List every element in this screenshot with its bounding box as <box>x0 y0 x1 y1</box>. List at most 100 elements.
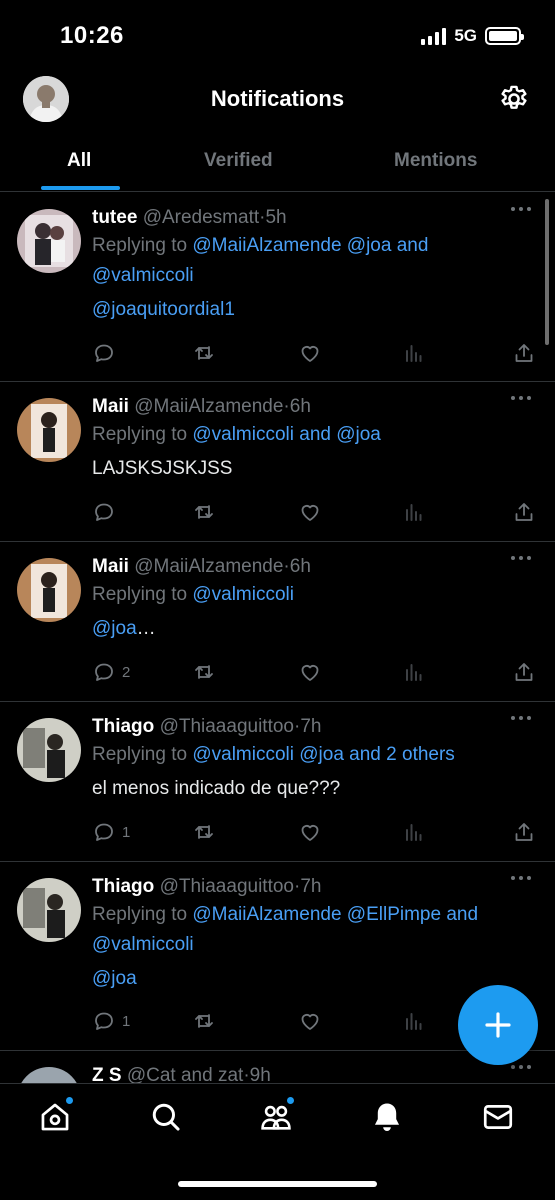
tweet-text[interactable]: @joaquitoordial1 <box>92 299 235 320</box>
reply-mentions[interactable]: @valmiccoli <box>192 584 294 605</box>
tab-mentions[interactable]: Mentions <box>394 150 477 172</box>
reply-mention[interactable]: @valmiccoli <box>92 265 194 286</box>
communities-icon[interactable] <box>259 1096 295 1134</box>
home-icon[interactable] <box>38 1096 74 1134</box>
retweet-button[interactable] <box>192 340 216 366</box>
notification-tabs: All Verified Mentions <box>0 134 555 192</box>
author-name[interactable]: Z S <box>92 1065 122 1083</box>
views-icon <box>402 341 426 365</box>
avatar[interactable] <box>17 718 81 782</box>
avatar[interactable] <box>17 1067 81 1083</box>
reply-button[interactable] <box>92 499 122 525</box>
tweet[interactable]: Thiago @Thiaaaguittoo·7h Replying to @va… <box>0 702 555 862</box>
like-button[interactable] <box>298 659 322 685</box>
tweet-text-mention[interactable]: @joa <box>92 618 137 639</box>
notifications-feed: tutee @Aredesmatt·5h Replying to @MaiiAl… <box>0 193 555 1083</box>
tweet-time: 7h <box>300 876 322 897</box>
reply-count: 1 <box>122 1012 131 1030</box>
tweet-time: 6h <box>289 556 311 577</box>
share-icon <box>512 660 536 684</box>
share-button[interactable] <box>512 340 536 366</box>
reply-count: 2 <box>122 663 131 681</box>
home-indicator <box>178 1181 377 1187</box>
tweet[interactable]: Maii @MaiiAlzamende·6h Replying to @valm… <box>0 382 555 542</box>
battery-icon <box>485 27 524 45</box>
more-options-icon[interactable] <box>511 876 533 886</box>
retweet-button[interactable] <box>192 499 216 525</box>
views-button[interactable] <box>402 819 426 845</box>
author-name[interactable]: Thiago <box>92 876 154 897</box>
search-icon[interactable] <box>149 1100 183 1134</box>
reply-icon <box>92 500 116 524</box>
author-name[interactable]: Maii <box>92 556 129 577</box>
reply-count: 1 <box>122 823 131 841</box>
views-icon <box>402 500 426 524</box>
author-name[interactable]: tutee <box>92 207 137 228</box>
like-button[interactable] <box>298 819 322 845</box>
views-icon <box>402 660 426 684</box>
scrollbar[interactable] <box>545 199 549 345</box>
reply-icon <box>92 1009 116 1033</box>
bell-icon[interactable] <box>370 1100 404 1134</box>
compose-button[interactable] <box>458 985 538 1065</box>
avatar[interactable] <box>17 558 81 622</box>
network-label: 5G <box>454 26 477 45</box>
like-button[interactable] <box>298 499 322 525</box>
author-name[interactable]: Thiago <box>92 716 154 737</box>
views-button[interactable] <box>402 1008 426 1034</box>
signal-icon <box>421 27 447 45</box>
views-button[interactable] <box>402 659 426 685</box>
more-options-icon[interactable] <box>511 1065 533 1075</box>
tweet-time: 5h <box>265 207 287 228</box>
reply-button[interactable]: 1 <box>92 819 130 845</box>
replying-label: Replying to <box>92 744 193 765</box>
replying-label: Replying to <box>92 235 193 256</box>
author-handle: @Thiaaaguittoo <box>159 716 294 737</box>
reply-mention[interactable]: @valmiccoli <box>92 934 194 955</box>
reply-button[interactable] <box>92 340 122 366</box>
tweet-text: LAJSKSJSKJSS <box>92 458 233 479</box>
reply-button[interactable]: 2 <box>92 659 130 685</box>
header: Notifications <box>0 68 555 130</box>
tab-verified[interactable]: Verified <box>204 150 273 172</box>
views-button[interactable] <box>402 499 426 525</box>
retweet-button[interactable] <box>192 659 216 685</box>
gear-icon[interactable] <box>497 82 531 116</box>
communities-notification-dot <box>286 1096 295 1105</box>
tab-all[interactable]: All <box>67 150 91 172</box>
reply-mentions[interactable]: @valmiccoli and @joa <box>192 424 381 445</box>
retweet-button[interactable] <box>192 819 216 845</box>
more-options-icon[interactable] <box>511 716 533 726</box>
views-button[interactable] <box>402 340 426 366</box>
author-name[interactable]: Maii <box>92 396 129 417</box>
tweet[interactable]: Maii @MaiiAlzamende·6h Replying to @valm… <box>0 542 555 702</box>
more-options-icon[interactable] <box>511 207 533 217</box>
reply-mentions[interactable]: @valmiccoli @joa and 2 others <box>192 744 454 765</box>
like-button[interactable] <box>298 340 322 366</box>
avatar[interactable] <box>17 878 81 942</box>
more-options-icon[interactable] <box>511 556 533 566</box>
share-button[interactable] <box>512 819 536 845</box>
tweet-time: 7h <box>300 716 322 737</box>
tweet[interactable]: tutee @Aredesmatt·5h Replying to @MaiiAl… <box>0 193 555 382</box>
reply-mentions[interactable]: @MaiiAlzamende @joa <box>192 235 391 256</box>
home-notification-dot <box>65 1096 74 1105</box>
tweet-text[interactable]: @joa <box>92 968 137 989</box>
retweet-icon <box>192 820 216 844</box>
share-button[interactable] <box>512 659 536 685</box>
reply-mentions[interactable]: @MaiiAlzamende @EllPimpe and <box>192 904 478 925</box>
avatar[interactable] <box>17 209 81 273</box>
retweet-button[interactable] <box>192 1008 216 1034</box>
reply-button[interactable]: 1 <box>92 1008 130 1034</box>
mail-icon[interactable] <box>481 1100 515 1134</box>
views-icon <box>402 820 426 844</box>
share-button[interactable] <box>512 499 536 525</box>
reply-and: and <box>391 235 429 256</box>
more-options-icon[interactable] <box>511 396 533 406</box>
like-button[interactable] <box>298 1008 322 1034</box>
author-handle: @MaiiAlzamende <box>134 396 284 417</box>
author-handle: @MaiiAlzamende <box>134 556 284 577</box>
tweet-text: el menos indicado de que??? <box>92 778 341 799</box>
replying-label: Replying to <box>92 584 193 605</box>
avatar[interactable] <box>17 398 81 462</box>
